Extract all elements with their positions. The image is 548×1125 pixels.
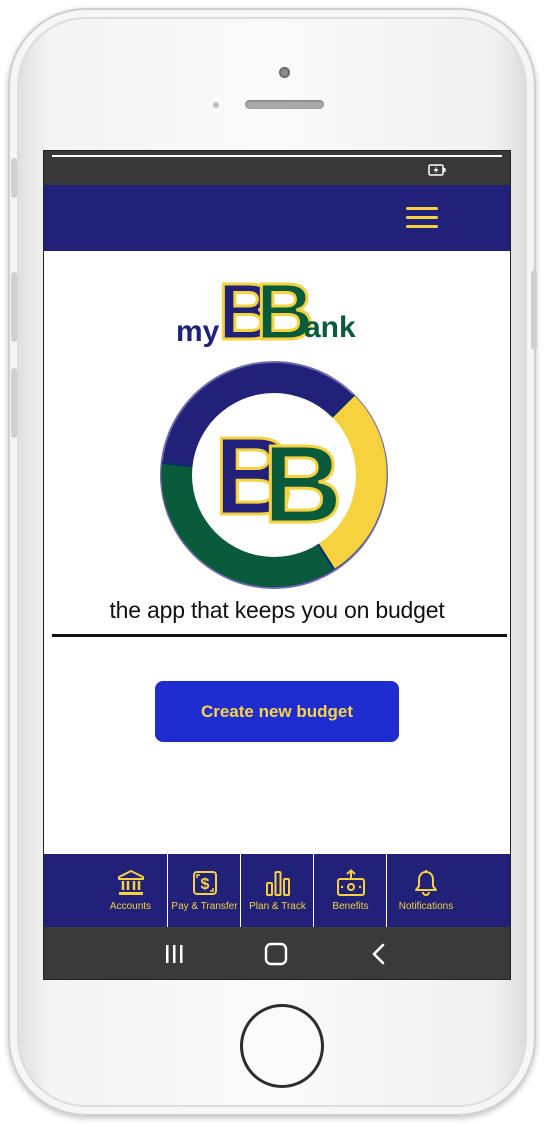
gift-card-icon [336,869,365,896]
bell-icon [415,870,437,896]
nav-label-benefits: Benefits [332,901,369,912]
svg-text:$: $ [200,876,209,893]
volume-up-button[interactable] [11,272,17,342]
tagline: the app that keeps you on budget [109,597,445,623]
nav-item-plan-track[interactable]: Plan & Track [240,854,314,927]
nav-item-notifications[interactable]: Notifications [386,854,465,927]
nav-item-benefits[interactable]: Benefits [313,854,387,927]
system-nav-bar [44,927,510,979]
volume-down-button[interactable] [11,368,17,438]
battery-charging-icon [428,164,446,179]
home-icon[interactable] [256,937,296,971]
nav-label-accounts: Accounts [109,901,152,912]
earpiece-speaker [245,100,324,109]
back-icon[interactable] [359,937,399,971]
budget-ring-logo: B B [158,359,390,591]
hardware-home-button[interactable] [240,1004,324,1088]
ring-letter-b2: B [263,423,342,546]
logo-prefix: my [176,315,220,348]
front-camera [279,67,290,78]
nav-item-accounts[interactable]: Accounts [94,854,167,927]
logo-suffix: ank [304,311,356,344]
app-header [44,185,510,251]
proximity-sensor [213,102,219,108]
app-screen: my B B ank B B the app that keeps you on… [43,150,511,980]
bank-icon [117,870,144,895]
dollar-transfer-icon: $ [192,871,217,895]
status-bar-line [52,155,502,157]
bottom-nav: Accounts $ Pay & Transfer Plan & Track B… [44,854,510,927]
status-bar [44,151,510,185]
nav-label-pay-transfer: Pay & Transfer [171,901,238,912]
nav-item-pay-transfer[interactable]: $ Pay & Transfer [167,854,241,927]
mybbank-logo: my B B ank [164,259,374,358]
bar-chart-icon [265,871,290,896]
hamburger-menu-icon[interactable] [406,207,438,229]
recent-apps-icon[interactable] [154,937,194,971]
nav-label-plan-track: Plan & Track [249,901,306,912]
divider [52,634,507,637]
mute-switch[interactable] [11,158,17,198]
power-button[interactable] [531,270,537,350]
create-new-budget-button[interactable]: Create new budget [155,681,399,742]
nav-label-notifications: Notifications [398,901,454,912]
